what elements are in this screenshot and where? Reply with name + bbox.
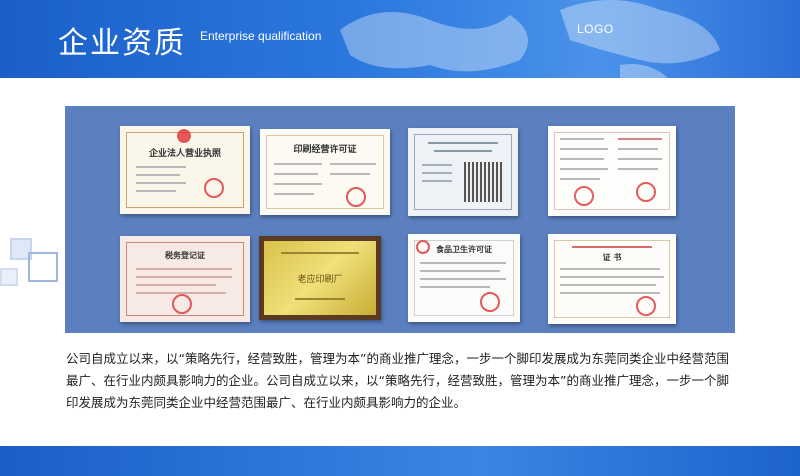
world-map-decoration	[340, 0, 720, 78]
page-title: 企业资质	[58, 26, 186, 61]
seal-icon	[636, 182, 656, 202]
certificate-label: 税务登记证	[165, 251, 205, 260]
seal-icon	[416, 240, 430, 254]
seal-icon	[636, 296, 656, 316]
certificate-honor: 证 书	[548, 234, 676, 324]
page-subtitle: Enterprise qualification	[200, 29, 322, 43]
seal-icon	[177, 129, 191, 143]
footer-banner	[0, 446, 800, 476]
certificate-qualification	[548, 126, 676, 216]
certificate-label: 证 书	[602, 253, 622, 262]
certificate-business-license: 企业法人营业执照	[120, 126, 250, 214]
certificate-tax-registration: 税务登记证	[120, 236, 250, 322]
company-description: 公司自成立以来，以“策略先行，经营致胜，管理为本”的商业推广理念，一步一个脚印发…	[66, 351, 729, 410]
certificates-panel: 企业法人营业执照 印刷经营许可证 税务登记证 老应印刷厂 食品卫生许可证 证 书	[65, 106, 735, 333]
certificate-label: 印刷经营许可证	[293, 145, 357, 155]
seal-icon	[204, 178, 224, 198]
seal-icon	[480, 292, 500, 312]
square-decoration	[0, 268, 18, 286]
seal-icon	[172, 294, 192, 314]
logo: LOGO	[577, 22, 614, 36]
header-banner: 企业资质 Enterprise qualification LOGO	[0, 0, 800, 78]
certificate-plaque: 老应印刷厂	[259, 236, 381, 320]
seal-icon	[574, 186, 594, 206]
certificate-label: 企业法人营业执照	[148, 149, 221, 159]
square-decoration	[28, 252, 58, 282]
seal-icon	[346, 187, 366, 207]
certificate-food-hygiene: 食品卫生许可证	[408, 234, 520, 322]
certificate-organization-code	[408, 128, 518, 216]
certificate-printing-license: 印刷经营许可证	[260, 129, 390, 215]
certificate-label: 老应印刷厂	[297, 275, 343, 285]
